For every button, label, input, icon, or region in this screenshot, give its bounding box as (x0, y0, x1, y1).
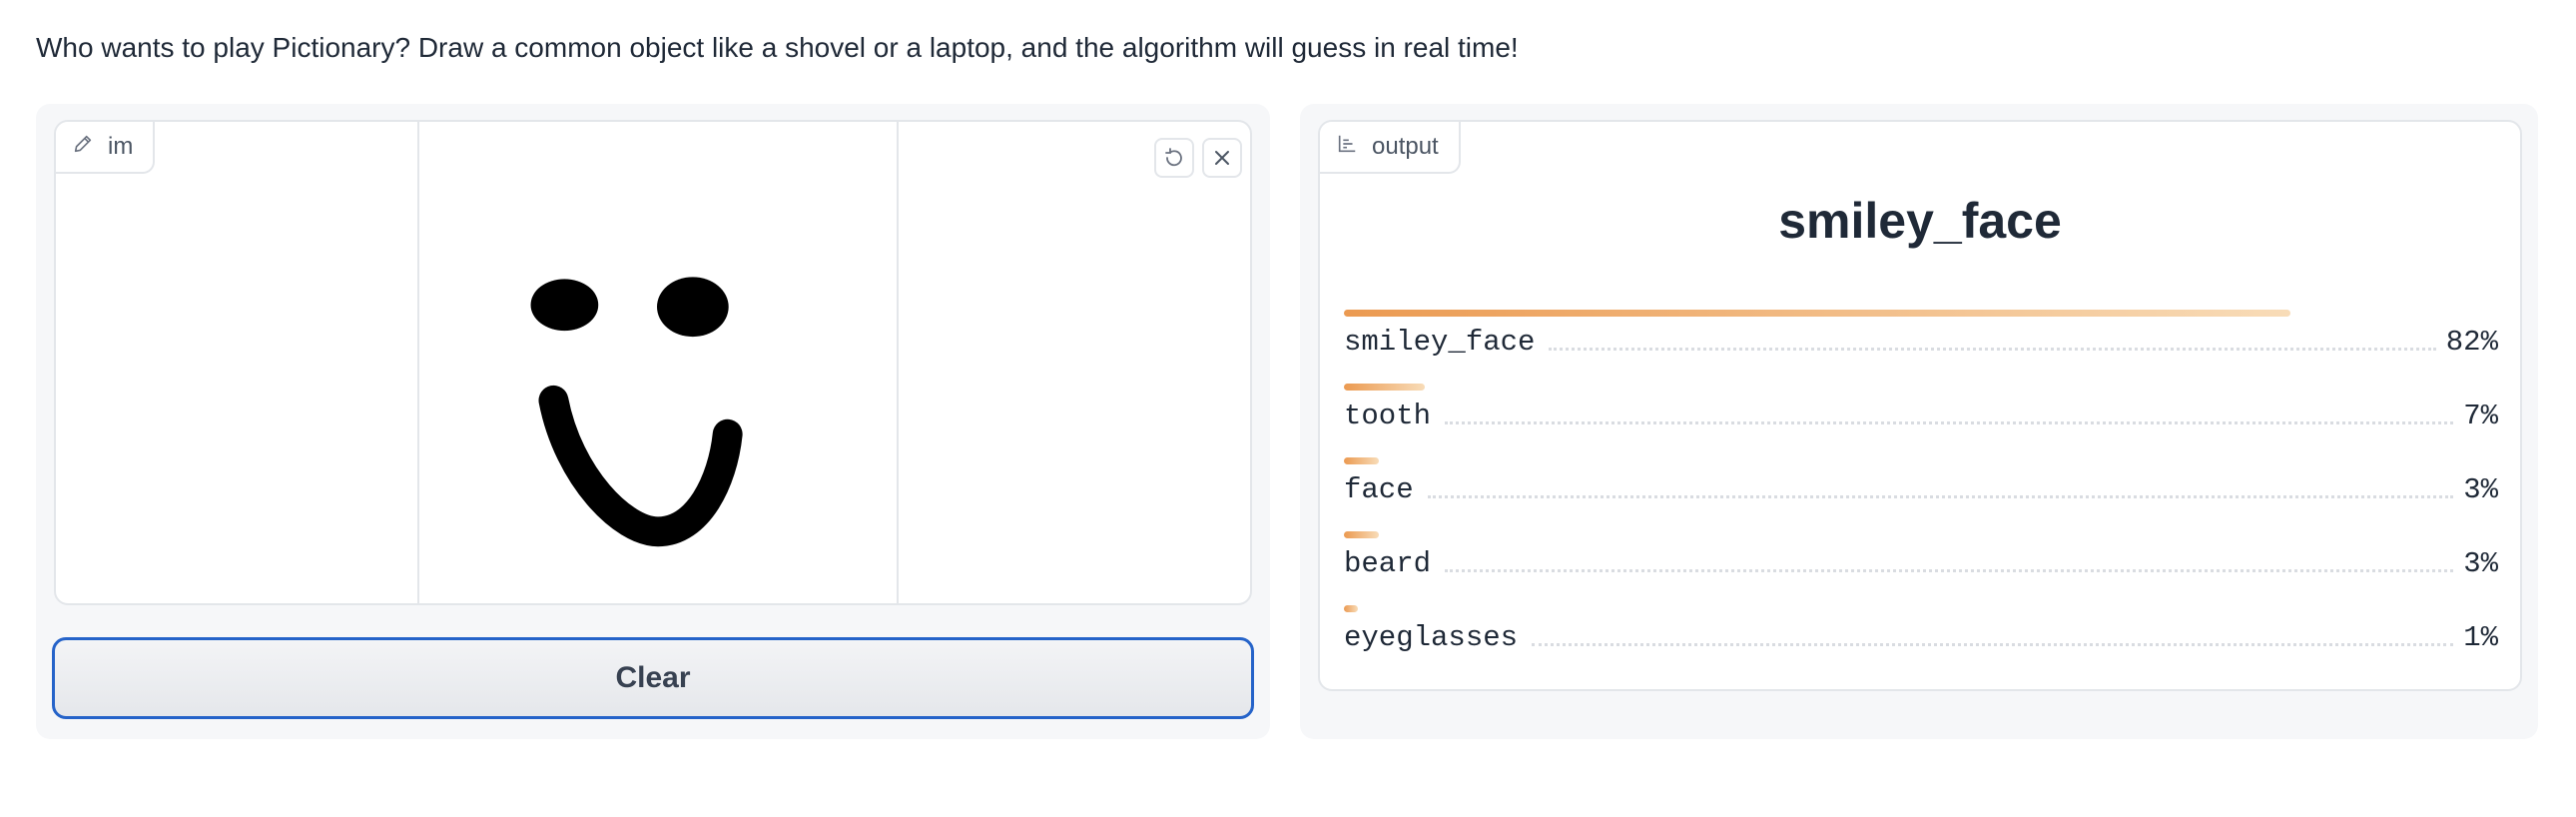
dotted-leader (1445, 421, 2454, 424)
dotted-leader (1549, 348, 2436, 351)
confidence-label: beard (1344, 547, 1432, 580)
confidence-item[interactable]: smiley_face 82% (1344, 310, 2498, 384)
confidence-label: tooth (1344, 400, 1432, 432)
confidence-value: 82% (2445, 326, 2498, 359)
pencil-icon (72, 133, 94, 162)
confidence-label: smiley_face (1344, 326, 1536, 359)
confidence-row: smiley_face 82% (1344, 326, 2498, 359)
confidence-value: 3% (2463, 473, 2498, 506)
input-panel: im Clear (36, 104, 1270, 739)
output-label-text: output (1372, 133, 1439, 160)
input-label-text: im (108, 133, 134, 160)
confidence-item[interactable]: face 3% (1344, 457, 2498, 531)
confidence-label: eyeglasses (1344, 621, 1519, 654)
confidence-list: smiley_face 82% tooth 7% face 3% beard 3% eyegla… (1344, 310, 2498, 679)
output-panel: output smiley_face smiley_face 82% tooth 7%… (1300, 104, 2538, 739)
sketchpad-block: im (54, 120, 1252, 605)
chart-icon (1336, 133, 1358, 162)
confidence-bar (1344, 605, 1358, 612)
confidence-row: beard 3% (1344, 547, 2498, 580)
predicted-label: smiley_face (1778, 193, 2062, 249)
undo-icon (1165, 148, 1182, 167)
confidence-item[interactable]: eyeglasses 1% (1344, 605, 2498, 679)
app-description: Who wants to play Pictionary? Draw a com… (36, 32, 1519, 63)
confidence-value: 3% (2463, 547, 2498, 580)
close-icon (1215, 151, 1229, 165)
dotted-leader (1427, 495, 2454, 498)
confidence-row: tooth 7% (1344, 400, 2498, 432)
confidence-item[interactable]: beard 3% (1344, 531, 2498, 605)
confidence-bar (1344, 457, 1379, 464)
clear-sketch-button[interactable] (1202, 138, 1242, 178)
undo-button[interactable] (1154, 138, 1194, 178)
dotted-leader (1532, 643, 2454, 646)
confidence-bar (1344, 310, 2290, 317)
confidence-value: 1% (2463, 621, 2498, 654)
clear-button[interactable]: Clear (52, 637, 1254, 719)
confidence-row: face 3% (1344, 473, 2498, 506)
output-block-label: output (1320, 122, 1461, 174)
smiley-drawing (530, 277, 743, 547)
confidence-item[interactable]: tooth 7% (1344, 384, 2498, 457)
confidence-label: face (1344, 473, 1414, 506)
confidence-bar (1344, 384, 1425, 391)
confidence-bar (1344, 531, 1379, 538)
confidence-row: eyeglasses 1% (1344, 621, 2498, 654)
drawing-canvas[interactable] (417, 122, 899, 603)
confidence-value: 7% (2463, 400, 2498, 432)
input-block-label: im (56, 122, 156, 174)
dotted-leader (1445, 569, 2454, 572)
label-output-block: output smiley_face smiley_face 82% tooth 7%… (1318, 120, 2522, 691)
